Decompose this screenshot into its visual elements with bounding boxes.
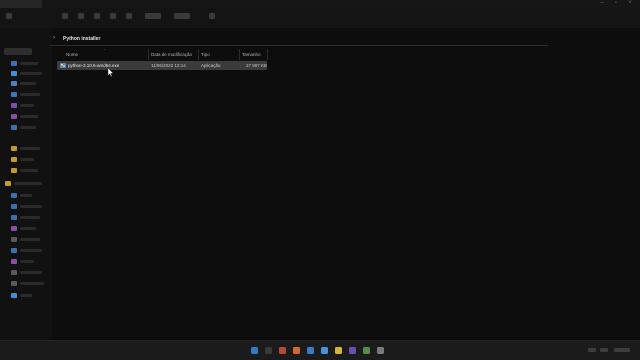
nav-item-label[interactable] bbox=[20, 115, 38, 118]
drive-icon[interactable] bbox=[11, 270, 17, 275]
rename-icon[interactable] bbox=[110, 13, 116, 19]
file-size: 27 887 KB bbox=[246, 63, 268, 68]
minimize-icon[interactable]: – bbox=[596, 0, 608, 7]
drive-icon[interactable] bbox=[11, 237, 17, 242]
network-icon[interactable] bbox=[11, 293, 17, 298]
file-date: 11/06/2022 12:14 bbox=[151, 63, 186, 68]
nav-item-icon[interactable] bbox=[11, 114, 17, 119]
system-tray-icon[interactable] bbox=[588, 348, 596, 352]
nav-item-label[interactable] bbox=[20, 93, 40, 96]
search-icon[interactable] bbox=[265, 347, 272, 354]
mouse-cursor-icon bbox=[108, 68, 114, 77]
column-divider[interactable] bbox=[267, 49, 268, 60]
nav-item-icon[interactable] bbox=[11, 71, 17, 76]
drive-icon[interactable] bbox=[11, 193, 17, 198]
breadcrumb-folder[interactable]: Python installer bbox=[63, 36, 101, 42]
nav-item-label[interactable] bbox=[20, 72, 42, 75]
column-divider[interactable] bbox=[198, 49, 199, 60]
nav-item-label[interactable] bbox=[20, 294, 32, 297]
drive-icon[interactable] bbox=[11, 215, 17, 220]
app-icon[interactable] bbox=[279, 347, 286, 354]
nav-item-label[interactable] bbox=[14, 182, 42, 185]
close-icon[interactable]: × bbox=[624, 0, 636, 7]
network-status-icon[interactable] bbox=[600, 348, 608, 352]
nav-item-label[interactable] bbox=[20, 271, 42, 274]
nav-item-label[interactable] bbox=[20, 62, 38, 65]
app-icon[interactable] bbox=[293, 347, 300, 354]
column-name[interactable]: Nome bbox=[66, 52, 78, 57]
nav-item-label[interactable] bbox=[20, 260, 34, 263]
sort-caret-icon: ˆ bbox=[104, 48, 106, 53]
nav-item-label[interactable] bbox=[20, 104, 34, 107]
drive-icon[interactable] bbox=[11, 259, 17, 264]
app-icon[interactable] bbox=[321, 347, 328, 354]
breadcrumb: › Python installer bbox=[50, 34, 548, 46]
chevron-right-icon[interactable]: › bbox=[53, 35, 55, 41]
nav-item-label[interactable] bbox=[20, 158, 34, 161]
copy-icon[interactable] bbox=[78, 13, 84, 19]
nav-item-label[interactable] bbox=[20, 249, 42, 252]
nav-item-icon[interactable] bbox=[11, 61, 17, 66]
column-date[interactable]: Data de modificação bbox=[151, 52, 192, 57]
app-icon[interactable] bbox=[307, 347, 314, 354]
file-type: Aplicação bbox=[201, 63, 221, 68]
title-bar: – ▫ × bbox=[0, 0, 640, 8]
nav-item-label[interactable] bbox=[20, 282, 44, 285]
folder-icon[interactable] bbox=[11, 157, 17, 162]
clock[interactable] bbox=[614, 348, 630, 352]
column-divider[interactable] bbox=[239, 49, 240, 60]
nav-selected-item[interactable] bbox=[4, 48, 32, 55]
drive-icon[interactable] bbox=[11, 248, 17, 253]
nav-item-label[interactable] bbox=[20, 82, 36, 85]
new-item-icon[interactable] bbox=[6, 13, 12, 19]
python-installer-icon bbox=[60, 63, 66, 68]
nav-item-icon[interactable] bbox=[11, 92, 17, 97]
app-icon[interactable] bbox=[349, 347, 356, 354]
nav-item-icon[interactable] bbox=[11, 125, 17, 130]
app-icon[interactable] bbox=[363, 347, 370, 354]
nav-item-label[interactable] bbox=[20, 126, 36, 129]
column-size[interactable]: Tamanho bbox=[242, 52, 261, 57]
divider bbox=[50, 45, 548, 46]
column-header-row: ˆ Nome Data de modificação Tipo Tamanho bbox=[58, 48, 268, 60]
nav-item-label[interactable] bbox=[20, 238, 40, 241]
start-icon[interactable] bbox=[251, 347, 258, 354]
nav-item-icon[interactable] bbox=[11, 81, 17, 86]
folder-icon[interactable] bbox=[5, 181, 11, 186]
cut-icon[interactable] bbox=[62, 13, 68, 19]
nav-item-label[interactable] bbox=[20, 169, 38, 172]
taskbar bbox=[0, 340, 640, 360]
nav-item-label[interactable] bbox=[20, 216, 40, 219]
folder-icon[interactable] bbox=[11, 168, 17, 173]
share-icon[interactable] bbox=[126, 13, 132, 19]
column-type[interactable]: Tipo bbox=[201, 52, 210, 57]
sort-button[interactable] bbox=[145, 13, 161, 19]
drive-icon[interactable] bbox=[11, 226, 17, 231]
app-icon[interactable] bbox=[377, 347, 384, 354]
paste-icon[interactable] bbox=[94, 13, 100, 19]
view-button[interactable] bbox=[174, 13, 190, 19]
nav-item-label[interactable] bbox=[20, 205, 42, 208]
nav-item-label[interactable] bbox=[20, 227, 36, 230]
maximize-icon[interactable]: ▫ bbox=[610, 0, 622, 7]
explorer-tab[interactable] bbox=[0, 0, 42, 8]
folder-icon[interactable] bbox=[11, 146, 17, 151]
nav-item-label[interactable] bbox=[20, 194, 32, 197]
column-divider[interactable] bbox=[148, 49, 149, 60]
table-row[interactable]: python-3.10.5-amd64.exe 11/06/2022 12:14… bbox=[57, 61, 267, 70]
more-options-icon[interactable] bbox=[209, 13, 215, 19]
drive-icon[interactable] bbox=[11, 204, 17, 209]
network-icon[interactable] bbox=[11, 281, 17, 286]
nav-item-icon[interactable] bbox=[11, 103, 17, 108]
nav-item-label[interactable] bbox=[20, 147, 40, 150]
file-explorer-icon[interactable] bbox=[335, 347, 342, 354]
